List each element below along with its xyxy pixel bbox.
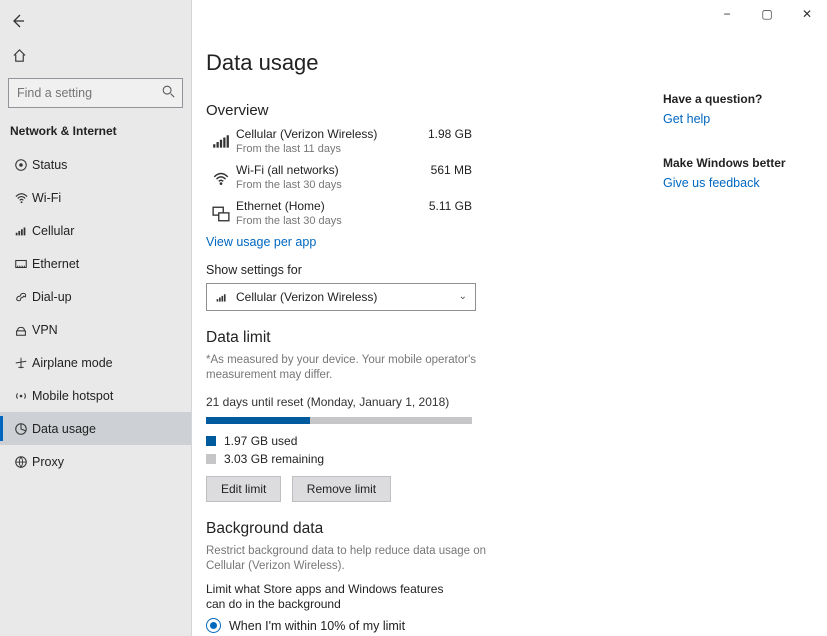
back-button[interactable] [0,4,34,38]
remove-limit-button[interactable]: Remove limit [292,476,391,502]
usage-period: From the last 30 days [236,178,342,193]
usage-amount: 1.98 GB [428,127,472,141]
wifi-icon [10,190,32,205]
usage-name: Ethernet (Home) [236,199,342,214]
vpn-icon [10,323,32,337]
search-input[interactable] [8,78,183,108]
sidebar-item-hotspot[interactable]: Mobile hotspot [0,379,191,412]
dropdown-value: Cellular (Verizon Wireless) [236,290,377,304]
data-limit-heading: Data limit [206,329,651,347]
wifi-icon [206,169,236,187]
radio-within-10[interactable]: When I'm within 10% of my limit [206,618,651,633]
help-heading: Have a question? [663,92,813,106]
cellular-icon [206,133,236,151]
main-content: Data usage Overview Cellular (Verizon Wi… [206,50,651,636]
feedback-heading: Make Windows better [663,156,813,170]
hotspot-icon [10,389,32,403]
search-icon [161,84,175,98]
usage-period: From the last 11 days [236,142,377,157]
ethernet-icon [206,205,236,223]
close-button[interactable]: ✕ [787,0,827,28]
radio-label: When I'm within 10% of my limit [229,619,405,633]
help-panel: Have a question? Get help Make Windows b… [663,92,813,220]
progress-fill [206,417,310,424]
usage-row-ethernet: Ethernet (Home) From the last 30 days 5.… [206,199,472,229]
sidebar-item-proxy[interactable]: Proxy [0,445,191,478]
view-usage-per-app-link[interactable]: View usage per app [206,235,651,249]
sidebar-item-label: VPN [32,323,58,337]
background-data-question: Limit what Store apps and Windows featur… [206,582,446,612]
arrow-left-icon [9,13,25,29]
sidebar-item-label: Data usage [32,422,96,436]
status-icon [10,158,32,172]
sidebar-item-label: Airplane mode [32,356,113,370]
overview-heading: Overview [206,102,651,119]
network-dropdown[interactable]: Cellular (Verizon Wireless) ⌄ [206,283,476,311]
reset-text: 21 days until reset (Monday, January 1, … [206,395,651,409]
usage-row-wifi: Wi-Fi (all networks) From the last 30 da… [206,163,472,193]
sidebar-item-label: Mobile hotspot [32,389,113,403]
give-feedback-link[interactable]: Give us feedback [663,176,813,190]
sidebar-item-label: Wi-Fi [32,191,61,205]
sidebar-item-ethernet[interactable]: Ethernet [0,247,191,280]
home-button[interactable] [2,38,36,72]
usage-amount: 561 MB [431,163,472,177]
measure-note: *As measured by your device. Your mobile… [206,353,478,383]
show-settings-for-label: Show settings for [206,263,651,277]
background-data-desc: Restrict background data to help reduce … [206,544,494,574]
sidebar-item-wifi[interactable]: Wi-Fi [0,181,191,214]
maximize-button[interactable]: ▢ [747,0,787,28]
chevron-down-icon: ⌄ [459,291,467,302]
cellular-icon [215,291,228,304]
usage-name: Cellular (Verizon Wireless) [236,127,377,142]
sidebar-item-label: Ethernet [32,257,79,271]
minimize-button[interactable]: − [707,0,747,28]
airplane-icon [10,356,32,370]
usage-name: Wi-Fi (all networks) [236,163,342,178]
sidebar-item-label: Proxy [32,455,64,469]
data-usage-icon [10,422,32,436]
sidebar-item-cellular[interactable]: Cellular [0,214,191,247]
page-title: Data usage [206,50,651,76]
legend-used: 1.97 GB used [206,434,651,448]
data-limit-progress [206,417,472,424]
ethernet-icon [10,257,32,271]
sidebar-item-label: Status [32,158,67,172]
usage-period: From the last 30 days [236,214,342,229]
dialup-icon [10,290,32,304]
sidebar-item-label: Dial-up [32,290,72,304]
sidebar-item-status[interactable]: Status [0,148,191,181]
sidebar-item-dialup[interactable]: Dial-up [0,280,191,313]
sidebar-item-data-usage[interactable]: Data usage [0,412,191,445]
cellular-icon [10,224,32,238]
usage-amount: 5.11 GB [429,199,472,213]
proxy-icon [10,455,32,469]
sidebar-category: Network & Internet [0,118,191,148]
legend-remaining: 3.03 GB remaining [206,452,651,466]
sidebar: Network & Internet Status Wi-Fi Cellular… [0,0,192,636]
home-icon [12,48,27,63]
edit-limit-button[interactable]: Edit limit [206,476,281,502]
usage-row-cellular: Cellular (Verizon Wireless) From the las… [206,127,472,157]
sidebar-item-airplane[interactable]: Airplane mode [0,346,191,379]
sidebar-item-label: Cellular [32,224,74,238]
radio-icon [206,618,221,633]
background-data-heading: Background data [206,520,651,538]
sidebar-item-vpn[interactable]: VPN [0,313,191,346]
get-help-link[interactable]: Get help [663,112,813,126]
